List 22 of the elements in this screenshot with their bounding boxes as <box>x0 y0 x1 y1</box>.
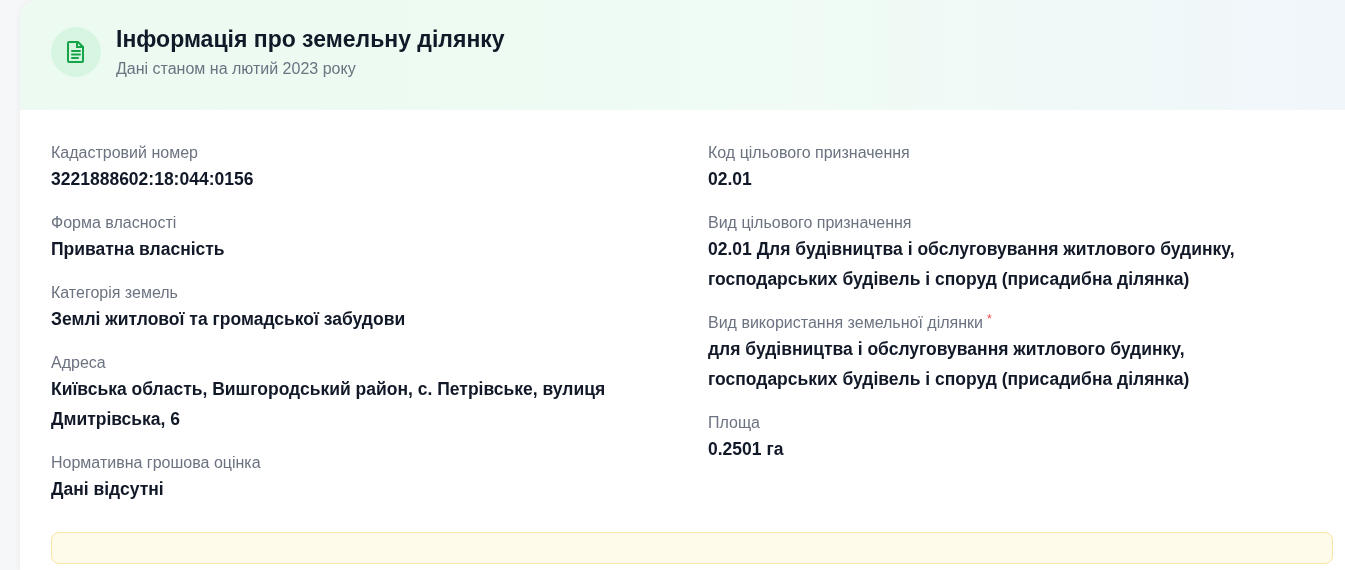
card-title: Інформація про земельну ділянку <box>116 26 505 53</box>
field-label: Площа <box>708 414 760 431</box>
field-label: Код цільового призначення <box>708 144 910 161</box>
field-value: Дані відсутні <box>51 478 165 501</box>
field-label: Вид використання земельної ділянки <box>708 314 983 331</box>
document-icon <box>51 27 101 77</box>
field-label: Категорія земель <box>51 284 178 301</box>
field-label: Нормативна грошова оцінка <box>51 454 261 471</box>
card-subtitle: Дані станом на лютий 2023 року <box>116 60 357 78</box>
field-value: Київська область, Вишгородський район, с. Петрівське, вулиця Дмитрівська, 6 <box>51 378 607 431</box>
field-value: 02.01 <box>708 168 753 191</box>
field-label: Кадастровий номер <box>51 144 198 161</box>
field-label: Форма власності <box>51 214 177 231</box>
field-value: для будівництва і обслуговування житлового будинку, господарських будівель і споруд (присадибна ділянка) <box>708 338 1191 391</box>
field-value: 3221888602:18:044:0156 <box>51 168 255 191</box>
field-value: 0.2501 га <box>708 438 785 461</box>
field-value: Приватна власність <box>51 238 226 261</box>
field-label: Вид цільового призначення <box>708 214 912 231</box>
required-mark: * <box>986 312 992 326</box>
field-value: 02.01 Для будівництва і обслуговування житлового будинку, господарських будівель і споруд (присадибна ділянка) <box>708 238 1236 291</box>
field-value: Землі житлової та громадської забудови <box>51 308 407 331</box>
field-label: Адреса <box>51 354 106 371</box>
